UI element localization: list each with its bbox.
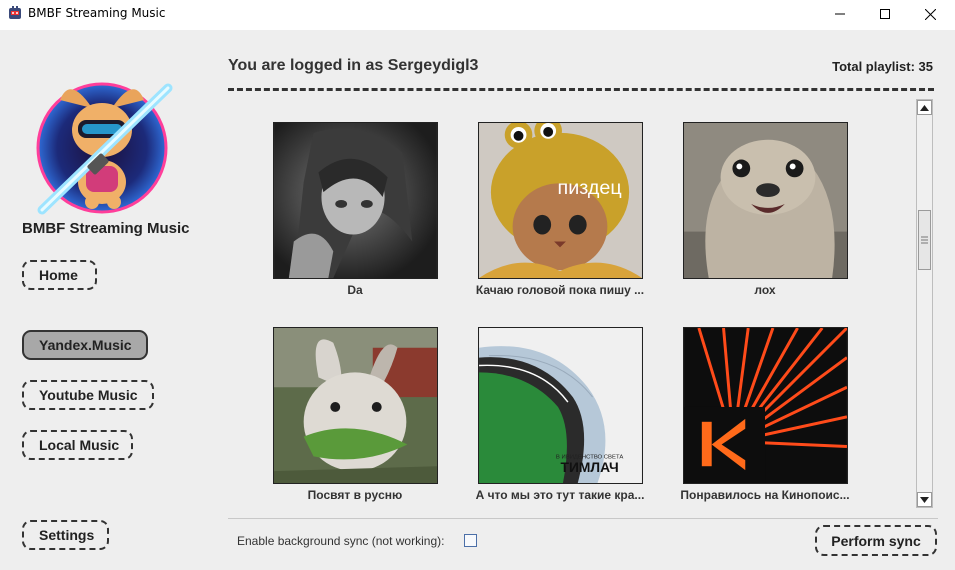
playlist-tile[interactable]: Понравилось на Кинопоис... [680,327,853,502]
nav-yandex-music-button[interactable]: Yandex.Music [22,330,148,360]
minimize-button[interactable] [817,0,863,28]
header-divider [228,88,934,91]
nav-home-label: Home [39,267,78,283]
playlist-tile[interactable]: пиздец Качаю головой пока пишу ... [476,122,648,297]
close-icon [924,8,936,20]
astronaut-dog-lightsaber-logo [36,82,173,215]
app-icon [9,6,21,19]
nav-youtube-music-label: Youtube Music [39,387,138,403]
playlist-cover-seal [683,122,848,279]
perform-sync-button[interactable]: Perform sync [815,525,937,556]
grip-icon [921,236,928,244]
client-area: BMBF Streaming Music Home Yandex.Music Y… [0,30,955,570]
cover-caption-large: ТИМЛАЧ [561,459,619,475]
maximize-icon [880,9,890,19]
scroll-down-button[interactable] [917,492,932,507]
playlist-cover-kinopoisk [683,327,848,484]
playlist-title: Посвят в руcню [307,488,403,502]
playlist-tile[interactable]: Da [273,122,443,297]
scroll-thumb[interactable] [918,210,931,270]
background-sync-checkbox[interactable] [464,534,477,547]
window-title: BMBF Streaming Music [28,6,166,20]
nav-youtube-music-button[interactable]: Youtube Music [22,380,154,410]
playlist-title: А что мы это тут такие кра... [475,488,645,502]
close-button[interactable] [907,0,953,28]
playlist-tile[interactable]: Посвят в руcню [273,327,443,502]
title-bar: BMBF Streaming Music [0,0,955,28]
playlist-tile[interactable]: лох [683,122,853,297]
total-playlist-count: Total playlist: 35 [832,59,933,74]
playlist-title: лох [754,283,776,297]
playlist-title: Da [347,283,363,297]
arrow-up-icon [920,104,929,111]
logged-in-user-text: You are logged in as Sergeydigl3 [228,57,479,74]
nav-local-music-button[interactable]: Local Music [22,430,133,460]
cover-caption: пиздец [558,177,622,199]
background-sync-label: Enable background sync (not working): [237,534,445,548]
playlist-tile[interactable]: В ИВИДЕНСТВО СВЕТА ТИМЛАЧ А что мы это т… [476,327,648,502]
settings-button[interactable]: Settings [22,520,109,550]
arrow-down-icon [920,496,929,503]
maximize-button[interactable] [862,0,908,28]
playlist-cover-anime-girl [273,122,438,279]
playlist-cover-race-track: В ИВИДЕНСТВО СВЕТА ТИМЛАЧ [478,327,643,484]
vertical-scrollbar[interactable] [916,99,933,508]
playlist-cover-cat-frog-hat: пиздец [478,122,643,279]
brand-title: BMBF Streaming Music [22,220,190,237]
nav-home-button[interactable]: Home [22,260,97,290]
nav-yandex-music-label: Yandex.Music [39,337,132,353]
playlist-title: Качаю головой пока пишу ... [475,283,645,297]
playlist-cover-rabbit [273,327,438,484]
settings-label: Settings [39,527,95,543]
perform-sync-label: Perform sync [831,532,921,549]
playlist-title: Понравилось на Кинопоис... [680,488,850,502]
footer-divider [228,518,938,519]
nav-local-music-label: Local Music [39,437,120,453]
scroll-up-button[interactable] [917,100,932,115]
minimize-icon [835,13,845,15]
